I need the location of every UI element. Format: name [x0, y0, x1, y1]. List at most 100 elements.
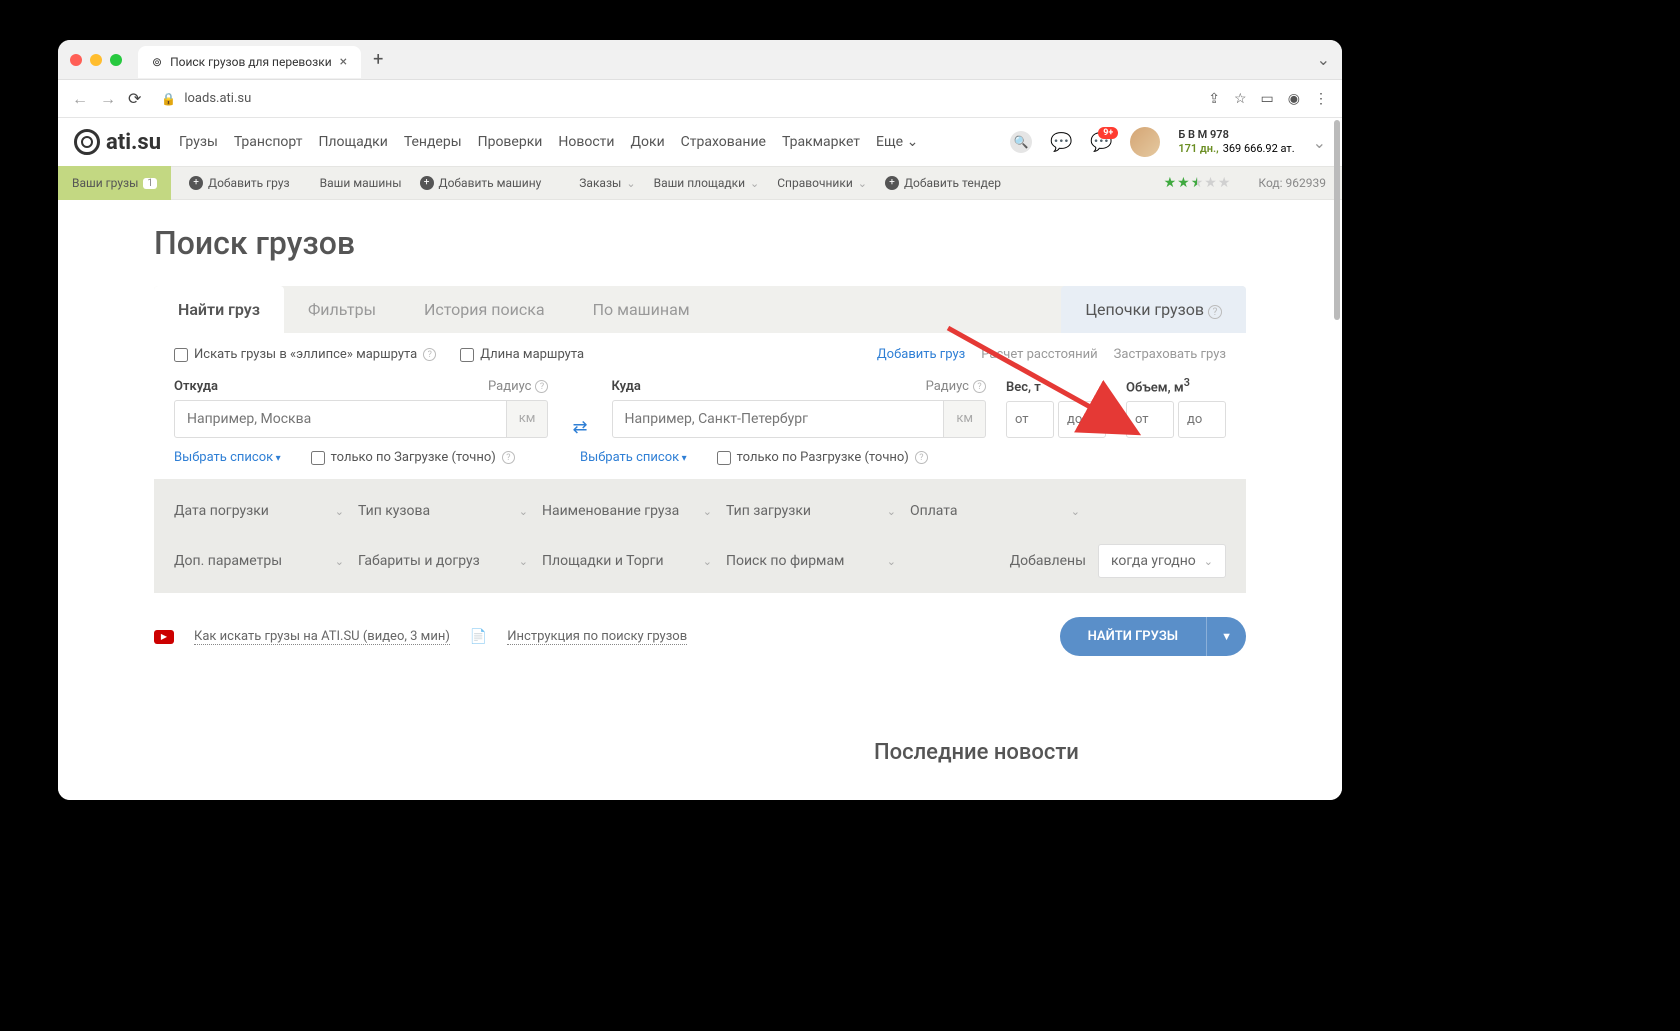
from-label: Откуда	[174, 379, 218, 394]
notification-badge: 9+	[1098, 127, 1118, 139]
volume-to-input[interactable]	[1178, 401, 1226, 438]
notifications-icon[interactable]: 💬9+	[1090, 131, 1112, 153]
only-unload-checkbox[interactable]: только по Разгрузке (точно) ?	[717, 450, 928, 465]
youtube-icon: ▶	[154, 630, 174, 644]
your-trucks-button[interactable]: Ваши машины	[320, 176, 402, 190]
plus-icon: +	[885, 176, 899, 190]
nav-more[interactable]: Еще ⌄	[876, 134, 918, 150]
chat-icon[interactable]: 💬	[1050, 131, 1072, 153]
nav-checks[interactable]: Проверки	[478, 134, 543, 150]
help-links-row: ▶ Как искать грузы на ATI.SU (видео, 3 м…	[154, 593, 1246, 680]
minimize-window-button[interactable]	[90, 54, 102, 66]
star-icon: ★	[1218, 175, 1231, 191]
selectors-grid: Дата погрузки⌄ Тип кузова⌄ Наименование …	[154, 479, 1246, 593]
select-list-from[interactable]: Выбрать список	[174, 450, 281, 465]
tab-history[interactable]: История поиска	[400, 286, 569, 333]
tab-by-trucks[interactable]: По машинам	[569, 286, 714, 333]
forward-button[interactable]: →	[100, 89, 116, 109]
video-help-link[interactable]: Как искать грузы на ATI.SU (видео, 3 мин…	[194, 629, 450, 645]
dimensions-select[interactable]: Габариты и догруз⌄	[358, 543, 528, 579]
share-icon[interactable]: ⇪	[1208, 91, 1220, 107]
tab-filters[interactable]: Фильтры	[284, 286, 400, 333]
back-button[interactable]: ←	[72, 89, 88, 109]
maximize-window-button[interactable]	[110, 54, 122, 66]
extra-params-select[interactable]: Доп. параметры⌄	[174, 543, 344, 579]
site-header: ati.su Грузы Транспорт Площадки Тендеры …	[58, 118, 1342, 166]
add-tender-button[interactable]: +Добавить тендер	[885, 176, 1001, 190]
volume-from-input[interactable]	[1126, 401, 1174, 438]
ellipse-checkbox[interactable]: Искать грузы в «эллипсе» маршрута ?	[174, 347, 436, 362]
avatar[interactable]	[1130, 127, 1160, 157]
insure-link[interactable]: Застраховать груз	[1114, 347, 1226, 362]
directories-dropdown[interactable]: Справочники ⌄	[777, 176, 867, 190]
nav-insurance[interactable]: Страхование	[681, 134, 766, 150]
user-info[interactable]: Б В М 978 171 дн., 369 666.92 ат.	[1178, 128, 1294, 157]
find-button-group: НАЙТИ ГРУЗЫ ▼	[1060, 617, 1246, 656]
firm-search-select[interactable]: Поиск по фирмам⌄	[726, 543, 896, 579]
platforms-select[interactable]: Площадки и Торги⌄	[542, 543, 712, 579]
swap-button[interactable]: ⇄	[568, 417, 591, 438]
menu-icon[interactable]: ⋮	[1314, 91, 1328, 107]
nav-platforms[interactable]: Площадки	[318, 134, 387, 150]
added-select[interactable]: когда угодно⌄	[1098, 544, 1226, 578]
plus-icon: +	[420, 176, 434, 190]
tab-title: Поиск грузов для перевозки	[170, 55, 332, 69]
nav-transport[interactable]: Транспорт	[234, 134, 303, 150]
find-loads-button[interactable]: НАЙТИ ГРУЗЫ	[1060, 617, 1207, 656]
only-load-checkbox[interactable]: только по Загрузке (точно) ?	[311, 450, 515, 465]
payment-select[interactable]: Оплата⌄	[910, 493, 1080, 529]
search-fields: Откуда Радиус ? км ⇄ Куда Радиус ?	[154, 376, 1246, 450]
tab-find-load[interactable]: Найти груз	[154, 286, 284, 333]
weight-field-group: Вес, т	[1006, 380, 1106, 438]
logo[interactable]: ati.su	[74, 129, 161, 155]
nav-news[interactable]: Новости	[558, 134, 614, 150]
nav-loads[interactable]: Грузы	[179, 134, 218, 150]
select-list-to[interactable]: Выбрать список	[580, 450, 687, 465]
to-input[interactable]	[612, 400, 945, 438]
browser-tab[interactable]: ⊚ Поиск грузов для перевозки ×	[138, 46, 361, 78]
add-truck-button[interactable]: +Добавить машину	[420, 176, 542, 190]
nav-truckmarket[interactable]: Тракмаркет	[782, 134, 860, 150]
tab-favicon: ⊚	[152, 55, 162, 69]
url-field[interactable]: 🔒 loads.ati.su	[161, 91, 251, 106]
body-type-select[interactable]: Тип кузова⌄	[358, 493, 528, 529]
page-title: Поиск грузов	[154, 224, 1246, 262]
address-bar: ← → ⟳ 🔒 loads.ati.su ⇪ ☆ ▭ ◉ ⋮	[58, 80, 1342, 118]
sidepanel-icon[interactable]: ▭	[1261, 91, 1274, 107]
close-tab-icon[interactable]: ×	[340, 54, 347, 70]
your-loads-button[interactable]: Ваши грузы 1	[58, 166, 171, 200]
search-options-row: Искать грузы в «эллипсе» маршрута ? Длин…	[154, 333, 1246, 376]
route-length-checkbox[interactable]: Длина маршрута	[460, 347, 584, 362]
close-window-button[interactable]	[70, 54, 82, 66]
load-date-select[interactable]: Дата погрузки⌄	[174, 493, 344, 529]
scrollbar[interactable]	[1334, 120, 1340, 320]
distance-link[interactable]: Расчет расстояний	[981, 347, 1097, 362]
load-type-select[interactable]: Тип загрузки⌄	[726, 493, 896, 529]
add-load-button[interactable]: +Добавить груз	[189, 176, 290, 190]
page-body: Поиск грузов Найти груз Фильтры История …	[58, 200, 1342, 789]
find-loads-dropdown[interactable]: ▼	[1206, 617, 1246, 656]
help-icon: ?	[502, 451, 515, 464]
profile-icon[interactable]: ◉	[1288, 91, 1300, 107]
nav-tenders[interactable]: Тендеры	[404, 134, 462, 150]
browser-tab-strip: ⊚ Поиск грузов для перевозки × + ⌄	[58, 40, 1342, 80]
lock-icon: 🔒	[161, 92, 176, 106]
user-chevron-icon[interactable]: ⌄	[1313, 133, 1326, 152]
search-icon[interactable]: 🔍	[1010, 131, 1032, 153]
url-text: loads.ati.su	[184, 91, 251, 106]
from-input[interactable]	[174, 400, 507, 438]
weight-from-input[interactable]	[1006, 401, 1054, 438]
header-right: 🔍 💬 💬9+ Б В М 978 171 дн., 369 666.92 ат…	[1010, 127, 1326, 157]
bookmark-icon[interactable]: ☆	[1234, 91, 1247, 107]
new-tab-button[interactable]: +	[373, 49, 383, 70]
your-platforms-dropdown[interactable]: Ваши площадки ⌄	[654, 176, 760, 190]
weight-to-input[interactable]	[1058, 401, 1106, 438]
nav-docs[interactable]: Доки	[630, 134, 664, 150]
add-load-link[interactable]: Добавить груз	[877, 347, 965, 362]
tab-load-chains[interactable]: Цепочки грузов?	[1061, 286, 1246, 333]
instruction-link[interactable]: Инструкция по поиску грузов	[507, 629, 687, 645]
chevron-down-icon[interactable]: ⌄	[1317, 50, 1330, 69]
reload-button[interactable]: ⟳	[128, 89, 141, 108]
cargo-name-select[interactable]: Наименование груза⌄	[542, 493, 712, 529]
orders-dropdown[interactable]: Заказы ⌄	[579, 176, 635, 190]
